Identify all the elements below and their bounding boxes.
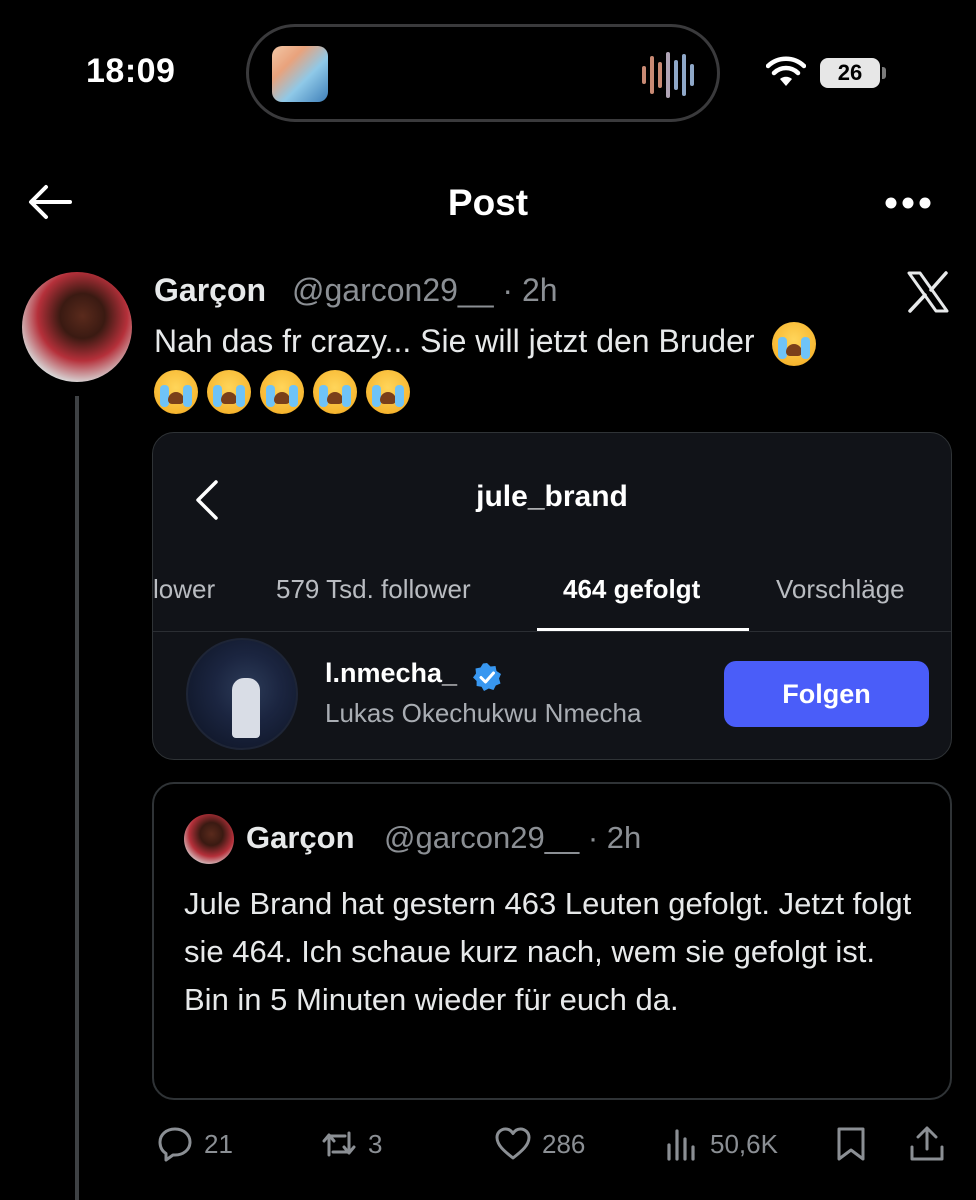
tab-followers-cut: lower	[153, 574, 216, 604]
like-count: 286	[542, 1128, 586, 1159]
repost-icon	[322, 1131, 356, 1157]
loudly-crying-emoji	[772, 321, 817, 366]
tab-divider	[153, 631, 951, 632]
views-icon	[667, 1129, 695, 1161]
loudly-crying-emoji	[313, 370, 357, 414]
loudly-crying-emoji	[366, 370, 410, 414]
author-name[interactable]: Garçon	[154, 272, 266, 309]
wifi-icon	[766, 56, 806, 86]
x-logo-icon	[907, 271, 949, 313]
author-handle-and-time[interactable]: @garcon29__ · 2h	[292, 272, 558, 309]
tab-followers: 579 Tsd. follower	[276, 574, 471, 604]
profile-username-title: jule_brand	[476, 480, 628, 513]
battery-indicator: 26	[820, 58, 880, 88]
reply-icon	[158, 1127, 192, 1162]
tweet-text: Nah das fr crazy... Sie will jetzt den B…	[154, 320, 817, 366]
thread-line	[75, 396, 79, 1200]
user-full-name: Lukas Okechukwu Nmecha	[325, 698, 642, 728]
page-title: Post	[447, 182, 529, 223]
loudly-crying-emoji	[260, 370, 304, 414]
verified-icon	[473, 663, 501, 691]
loudly-crying-emoji	[154, 370, 198, 414]
user-avatar	[186, 638, 298, 750]
now-playing-artwork[interactable]	[272, 46, 328, 102]
user-username: l.nmecha_	[325, 658, 458, 688]
share-button[interactable]	[908, 1124, 946, 1164]
like-button[interactable]: 286	[494, 1124, 585, 1164]
share-icon	[910, 1126, 944, 1161]
battery-tip	[882, 67, 886, 79]
reply-button[interactable]: 21	[156, 1124, 233, 1164]
loudly-crying-emoji	[207, 370, 251, 414]
views-count: 50,6K	[710, 1128, 778, 1159]
repost-count: 3	[368, 1128, 383, 1159]
quoted-author-avatar	[184, 814, 234, 864]
like-icon	[495, 1127, 531, 1160]
repost-button[interactable]: 3	[320, 1124, 382, 1164]
audio-waveform-icon	[642, 52, 694, 98]
more-icon[interactable]	[884, 196, 932, 210]
quoted-tweet-text: Jule Brand hat gestern 463 Leuten gefolg…	[184, 886, 912, 1017]
quoted-author-handle-and-time: @garcon29__ · 2h	[384, 820, 642, 855]
quoted-author-name: Garçon	[246, 820, 355, 855]
emoji-row	[154, 370, 410, 414]
status-time: 18:09	[86, 52, 176, 90]
bookmark-button[interactable]	[832, 1124, 870, 1164]
tab-following: 464 gefolgt	[563, 574, 701, 604]
views-button[interactable]: 50,6K	[662, 1124, 778, 1164]
tab-suggestions: Vorschläge	[776, 574, 905, 604]
reply-count: 21	[204, 1128, 233, 1159]
follow-button: Folgen	[724, 661, 929, 727]
tweet-body: Nah das fr crazy... Sie will jetzt den B…	[154, 323, 755, 359]
bookmark-icon	[837, 1127, 865, 1161]
author-avatar[interactable]	[22, 272, 132, 382]
